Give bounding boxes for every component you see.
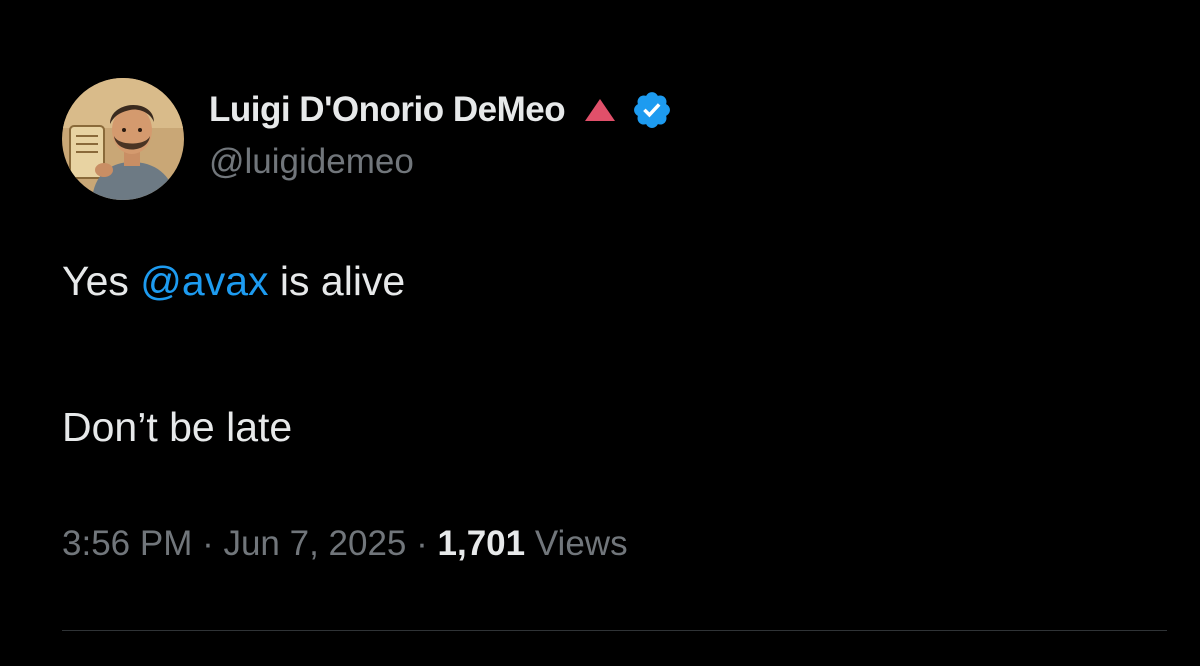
divider bbox=[62, 630, 1167, 631]
display-name[interactable]: Luigi D'Onorio DeMeo bbox=[209, 90, 566, 130]
mention-link[interactable]: @avax bbox=[140, 258, 268, 304]
tweet-line-2: Don’t be late bbox=[62, 404, 293, 450]
tweet-date[interactable]: Jun 7, 2025 bbox=[223, 524, 406, 563]
views-count: 1,701 bbox=[437, 524, 526, 563]
verified-badge-icon[interactable] bbox=[631, 89, 673, 131]
tweet: Luigi D'Onorio DeMeo @luigidemeo Yes @av… bbox=[0, 0, 1200, 666]
views-label: Views bbox=[525, 524, 628, 563]
author-handle[interactable]: @luigidemeo bbox=[209, 142, 673, 182]
tweet-line-1: Yes @avax is alive bbox=[62, 252, 405, 310]
tweet-text-suffix: is alive bbox=[268, 258, 406, 304]
name-row: Luigi D'Onorio DeMeo bbox=[209, 90, 673, 130]
tweet-text: Yes @avax is alive Don’t be late bbox=[62, 252, 405, 456]
meta-separator-2: · bbox=[406, 524, 438, 563]
author-info: Luigi D'Onorio DeMeo @luigidemeo bbox=[209, 90, 673, 182]
tweet-text-prefix: Yes bbox=[62, 258, 141, 304]
meta-separator: · bbox=[192, 524, 224, 563]
tweet-time[interactable]: 3:56 PM bbox=[62, 524, 192, 563]
red-triangle-icon bbox=[583, 97, 617, 123]
tweet-header: Luigi D'Onorio DeMeo @luigidemeo bbox=[62, 78, 673, 200]
avatar[interactable] bbox=[62, 78, 184, 200]
tweet-meta: 3:56 PM · Jun 7, 2025 · 1,701 Views bbox=[62, 524, 628, 564]
